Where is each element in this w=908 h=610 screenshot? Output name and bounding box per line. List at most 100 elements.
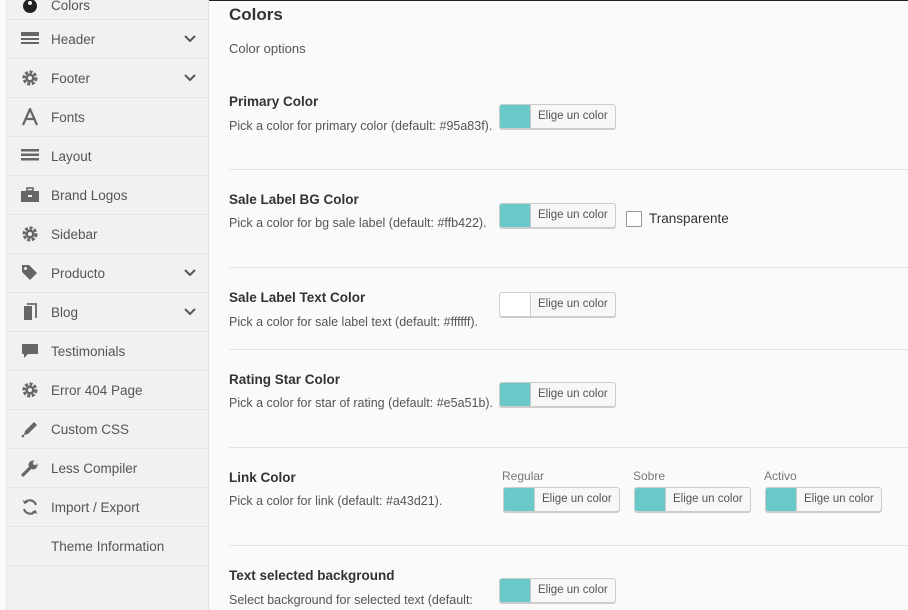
row-desc-text-selected-bg: Select background for selected text (def… bbox=[229, 593, 473, 607]
gear-icon bbox=[21, 69, 39, 87]
link-active-color-picker-button[interactable]: Elige un color bbox=[765, 487, 882, 512]
font-icon bbox=[21, 108, 39, 126]
row-divider bbox=[229, 349, 908, 350]
gear-icon bbox=[21, 225, 39, 243]
chevron-down-icon[interactable] bbox=[183, 71, 197, 85]
sidebar-item-custom-css[interactable]: Custom CSS bbox=[7, 410, 208, 449]
color-swatch bbox=[500, 383, 531, 406]
sidebar-item-label: Brand Logos bbox=[51, 187, 128, 203]
sale-label-text-color-picker-button[interactable]: Elige un color bbox=[499, 292, 616, 317]
sidebar-item-label: Layout bbox=[51, 148, 92, 164]
link-state-regular-label: Regular bbox=[502, 469, 545, 483]
row-title-sale-label-bg: Sale Label BG Color bbox=[229, 192, 359, 207]
link-regular-color-picker-button[interactable]: Elige un color bbox=[503, 487, 620, 512]
color-picker-label: Elige un color bbox=[673, 493, 743, 505]
sidebar-item-sidebar[interactable]: Sidebar bbox=[7, 215, 208, 254]
page-title: Colors bbox=[229, 5, 283, 24]
color-swatch bbox=[500, 105, 531, 128]
row-desc-link-color: Pick a color for link (default: #a43d21)… bbox=[229, 494, 443, 508]
sidebar-item-label: Custom CSS bbox=[51, 421, 130, 437]
color-swatch bbox=[504, 488, 535, 511]
color-picker-label: Elige un color bbox=[804, 493, 874, 505]
link-state-sobre-label: Sobre bbox=[633, 469, 666, 483]
sidebar-item-header[interactable]: Header bbox=[7, 20, 208, 59]
sidebar-item-label: Blog bbox=[51, 304, 79, 320]
palette-icon bbox=[21, 0, 39, 15]
row-divider bbox=[229, 267, 908, 268]
transparent-checkbox[interactable] bbox=[626, 211, 642, 227]
tags-icon bbox=[21, 264, 39, 282]
color-picker-label: Elige un color bbox=[538, 584, 608, 596]
sidebar-item-layout[interactable]: Layout bbox=[7, 137, 208, 176]
row-divider bbox=[229, 545, 908, 546]
gear-icon bbox=[21, 381, 39, 399]
sidebar-item-label: Fonts bbox=[51, 109, 85, 125]
row-desc-sale-label-text: Pick a color for sale label text (defaul… bbox=[229, 315, 478, 329]
color-swatch bbox=[500, 579, 531, 602]
row-divider bbox=[229, 169, 908, 170]
sidebar-item-label: Sidebar bbox=[51, 226, 98, 242]
chevron-down-icon[interactable] bbox=[183, 32, 197, 46]
row-divider bbox=[229, 447, 908, 448]
document-icon bbox=[21, 303, 39, 321]
primary-color-picker-button[interactable]: Elige un color bbox=[499, 104, 616, 129]
sidebar-item-label: Footer bbox=[51, 70, 91, 86]
sidebar-item-label: Import / Export bbox=[51, 499, 140, 515]
header-icon bbox=[21, 30, 39, 48]
sidebar-item-colors[interactable]: Colors bbox=[7, 0, 208, 20]
sidebar-item-label: Header bbox=[51, 31, 96, 47]
color-picker-label: Elige un color bbox=[538, 388, 608, 400]
row-desc-sale-label-bg: Pick a color for bg sale label (default:… bbox=[229, 216, 487, 230]
sidebar-item-label: Error 404 Page bbox=[51, 382, 143, 398]
top-border bbox=[209, 0, 908, 1]
link-hover-color-picker-button[interactable]: Elige un color bbox=[634, 487, 751, 512]
sidebar-item-theme-information[interactable]: Theme Information bbox=[7, 527, 208, 566]
row-title-text-selected-bg: Text selected background bbox=[229, 568, 395, 583]
pencil-icon bbox=[21, 420, 39, 438]
refresh-icon bbox=[21, 498, 39, 516]
sidebar-item-fonts[interactable]: Fonts bbox=[7, 98, 208, 137]
sidebar-item-label: Colors bbox=[51, 0, 91, 13]
sidebar-item-error-404[interactable]: Error 404 Page bbox=[7, 371, 208, 410]
briefcase-icon bbox=[21, 186, 39, 204]
comment-icon bbox=[21, 342, 39, 360]
text-selected-bg-color-picker-button[interactable]: Elige un color bbox=[499, 578, 616, 603]
color-picker-label: Elige un color bbox=[538, 209, 608, 221]
link-state-activo-label: Activo bbox=[764, 469, 797, 483]
row-desc-rating-star: Pick a color for star of rating (default… bbox=[229, 396, 494, 410]
row-title-sale-label-text: Sale Label Text Color bbox=[229, 290, 366, 305]
row-title-rating-star: Rating Star Color bbox=[229, 372, 341, 387]
layout-icon bbox=[21, 147, 39, 165]
row-title-link-color: Link Color bbox=[229, 470, 296, 485]
sidebar-edge bbox=[0, 0, 7, 610]
transparent-label: Transparente bbox=[649, 211, 729, 226]
sidebar-item-brand-logos[interactable]: Brand Logos bbox=[7, 176, 208, 215]
customizer-sidebar: Colors Header Footer Fonts Layout Brand … bbox=[0, 0, 209, 610]
sidebar-item-import-export[interactable]: Import / Export bbox=[7, 488, 208, 527]
color-picker-label: Elige un color bbox=[538, 110, 608, 122]
rating-star-color-picker-button[interactable]: Elige un color bbox=[499, 382, 616, 407]
sidebar-item-label: Theme Information bbox=[51, 538, 165, 554]
chevron-down-icon[interactable] bbox=[183, 305, 197, 319]
color-swatch bbox=[500, 204, 531, 227]
row-desc-primary-color: Pick a color for primary color (default:… bbox=[229, 119, 493, 133]
sidebar-item-label: Testimonials bbox=[51, 343, 126, 359]
color-swatch bbox=[766, 488, 797, 511]
section-subtitle: Color options bbox=[229, 41, 306, 56]
sidebar-item-producto[interactable]: Producto bbox=[7, 254, 208, 293]
sidebar-item-footer[interactable]: Footer bbox=[7, 59, 208, 98]
color-swatch bbox=[635, 488, 666, 511]
color-picker-label: Elige un color bbox=[542, 493, 612, 505]
color-picker-label: Elige un color bbox=[538, 298, 608, 310]
color-swatch bbox=[500, 293, 531, 316]
chevron-down-icon[interactable] bbox=[183, 266, 197, 280]
sidebar-item-label: Less Compiler bbox=[51, 460, 138, 476]
row-title-primary-color: Primary Color bbox=[229, 94, 319, 109]
wrench-icon bbox=[21, 459, 39, 477]
sidebar-item-blog[interactable]: Blog bbox=[7, 293, 208, 332]
sale-label-bg-color-picker-button[interactable]: Elige un color bbox=[499, 203, 616, 228]
sidebar-item-less-compiler[interactable]: Less Compiler bbox=[7, 449, 208, 488]
settings-panel: Colors Color options Primary Color Pick … bbox=[209, 0, 908, 610]
sidebar-item-testimonials[interactable]: Testimonials bbox=[7, 332, 208, 371]
sidebar-item-label: Producto bbox=[51, 265, 106, 281]
